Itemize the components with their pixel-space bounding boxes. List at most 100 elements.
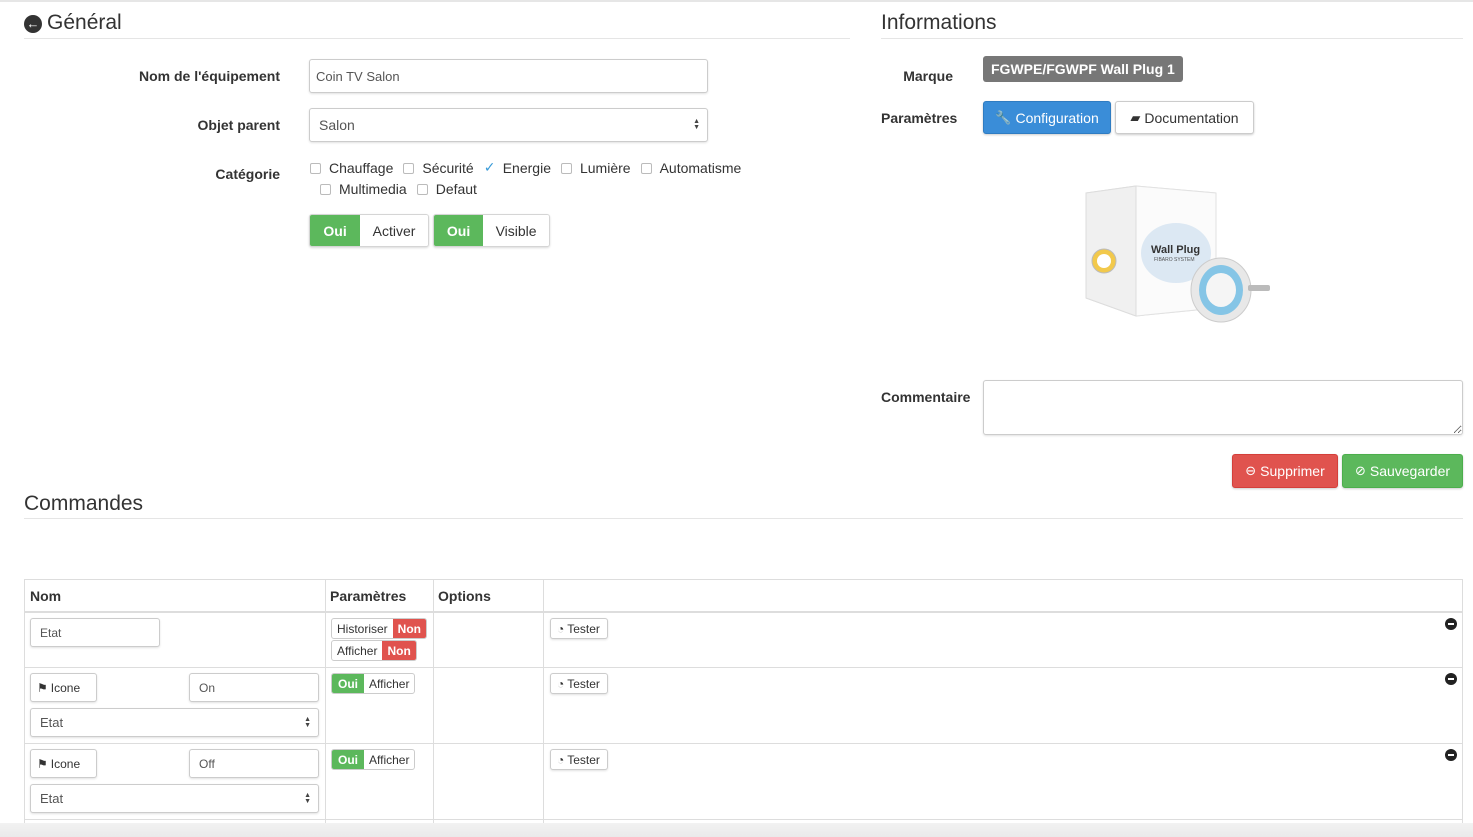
test-button[interactable]: ◔ Tester	[550, 673, 608, 694]
visible-label: Visible	[483, 215, 549, 246]
remove-command-icon[interactable]	[1445, 673, 1457, 685]
checkbox[interactable]	[320, 183, 331, 195]
category-multimedia[interactable]: Multimedia	[320, 181, 407, 197]
col-divider	[325, 580, 326, 837]
historize-no[interactable]: Non	[392, 619, 426, 638]
parent-select[interactable]: Salon ▲ ▼	[309, 108, 708, 142]
select-arrows-icon: ▲ ▼	[693, 118, 700, 131]
cmd-info-select-value: Etat	[40, 715, 64, 730]
category-label-text: Automatisme	[659, 160, 742, 176]
cmd-info-select[interactable]: Etat ▲ ▼	[30, 784, 319, 813]
commands-title: Commandes	[24, 492, 144, 515]
flag-icon: ⚑	[37, 756, 48, 771]
visible-toggle[interactable]: Oui Visible	[433, 214, 550, 247]
delete-button-label: Supprimer	[1260, 463, 1325, 479]
display-label: Afficher	[369, 752, 410, 767]
header-name: Nom	[30, 587, 62, 604]
remove-command-icon[interactable]	[1445, 749, 1457, 761]
cmd-value-input[interactable]: Off	[189, 749, 319, 778]
top-border	[0, 0, 1473, 2]
visible-yes[interactable]: Oui	[434, 215, 484, 246]
category-label-text: Energie	[502, 160, 551, 176]
test-button-label: Tester	[567, 752, 600, 767]
product-small-text: FIBARO SYSTEM	[1154, 257, 1195, 263]
icon-button[interactable]: ⚑ Icone	[30, 749, 97, 778]
test-button-label: Tester	[567, 676, 600, 691]
activate-yes[interactable]: Oui	[310, 215, 361, 246]
save-button[interactable]: ⊘ Sauvegarder	[1342, 454, 1463, 488]
check-circle-icon: ⊘	[1354, 463, 1366, 478]
configuration-button[interactable]: 🔧 Configuration	[983, 101, 1111, 134]
category-row-2: Multimedia Defaut	[320, 181, 487, 197]
select-arrows-icon: ▲ ▼	[304, 791, 311, 805]
informations-title: Informations	[881, 11, 997, 34]
commands-table: Nom Paramètres Options Etat Historiser No…	[24, 579, 1463, 837]
comment-textarea[interactable]	[983, 380, 1463, 435]
checkbox[interactable]	[403, 162, 415, 174]
category-automatisme[interactable]: Automatisme	[640, 160, 742, 176]
params-label: Paramètres	[881, 110, 958, 126]
save-button-label: Sauvegarder	[1369, 463, 1451, 479]
category-lumiere[interactable]: Lumière	[560, 160, 631, 176]
select-arrows-icon: ▲ ▼	[304, 715, 311, 729]
brand-badge: FGWPE/FGWPF Wall Plug 1	[983, 56, 1183, 82]
rss-icon: ◔	[557, 752, 565, 767]
delete-button[interactable]: ⊖ Supprimer	[1232, 454, 1338, 488]
checkbox[interactable]	[560, 162, 572, 174]
icon-button-label: Icone	[50, 680, 81, 695]
display-toggle[interactable]: Oui Afficher	[331, 673, 416, 694]
arrow-left-circle-icon[interactable]: ←	[24, 15, 42, 33]
product-image: Wall Plug FIBARO SYSTEM	[1085, 185, 1270, 323]
rss-icon: ◔	[557, 676, 565, 691]
brand-label: Marque	[903, 68, 953, 84]
configuration-button-label: Configuration	[1015, 109, 1099, 126]
activate-toggle[interactable]: Oui Activer	[309, 214, 429, 247]
category-securite[interactable]: Sécurité	[403, 160, 474, 176]
checkbox[interactable]	[310, 162, 321, 174]
display-toggle[interactable]: Afficher Non	[331, 640, 417, 661]
display-yes[interactable]: Oui	[332, 674, 364, 693]
category-row-1: Chauffage Sécurité Energie Lumière Autom…	[310, 159, 751, 176]
historize-label: Historiser	[337, 621, 388, 636]
category-label-text: Sécurité	[422, 160, 474, 176]
row-divider	[25, 819, 1462, 820]
category-defaut[interactable]: Defaut	[416, 181, 477, 197]
bottom-fade	[0, 823, 1473, 837]
category-label: Catégorie	[215, 166, 280, 182]
general-rule	[24, 38, 850, 39]
comment-label: Commentaire	[881, 389, 971, 405]
cmd-info-select-value: Etat	[40, 791, 64, 806]
category-label-text: Chauffage	[329, 160, 394, 176]
checkbox[interactable]	[640, 162, 652, 174]
historize-toggle[interactable]: Historiser Non	[331, 618, 427, 639]
col-divider	[433, 580, 434, 837]
icon-button[interactable]: ⚑ Icone	[30, 673, 97, 702]
cmd-value-input[interactable]: On	[189, 673, 319, 702]
checkbox[interactable]	[416, 183, 428, 195]
test-button[interactable]: ◔ Tester	[550, 749, 608, 770]
documentation-button-label: Documentation	[1144, 109, 1239, 126]
header-divider	[25, 611, 1462, 613]
category-energie[interactable]: Energie	[483, 159, 551, 176]
category-chauffage[interactable]: Chauffage	[310, 160, 393, 176]
test-button[interactable]: ◔ Tester	[550, 618, 608, 639]
parent-select-value: Salon	[319, 117, 355, 133]
cmd-info-select[interactable]: Etat ▲ ▼	[30, 708, 319, 737]
informations-rule	[881, 38, 1463, 39]
display-label: Afficher	[369, 676, 410, 691]
cmd-name-input[interactable]: Etat	[30, 618, 160, 647]
display-no[interactable]: Non	[382, 641, 416, 660]
category-label-text: Defaut	[435, 181, 477, 197]
display-yes[interactable]: Oui	[332, 750, 364, 769]
category-label-text: Lumière	[579, 160, 631, 176]
header-params: Paramètres	[330, 587, 407, 604]
header-options: Options	[438, 587, 491, 604]
checkbox-checked[interactable]	[483, 159, 495, 176]
category-label-text: Multimedia	[339, 181, 407, 197]
name-input[interactable]: Coin TV Salon	[309, 59, 708, 93]
remove-command-icon[interactable]	[1445, 618, 1457, 630]
documentation-button[interactable]: ▰ Documentation	[1115, 101, 1254, 134]
display-toggle[interactable]: Oui Afficher	[331, 749, 416, 770]
row-divider	[25, 667, 1462, 668]
product-brand-text: Wall Plug	[1151, 244, 1200, 256]
